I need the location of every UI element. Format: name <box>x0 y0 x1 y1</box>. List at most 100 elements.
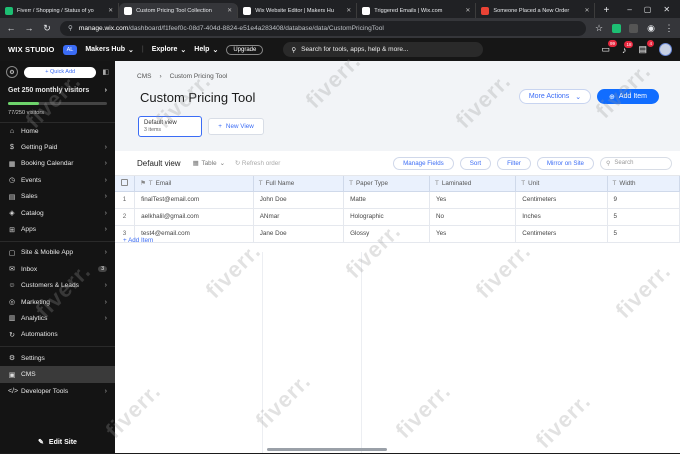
table-row[interactable]: 2 aelkhalil@gmail.com ANmar Holographic No In… <box>115 208 680 226</box>
sort-button[interactable]: Sort <box>459 156 492 170</box>
manage-fields-button[interactable]: Manage Fields <box>393 156 454 170</box>
table-search-input[interactable]: ⚲ Search <box>600 156 672 170</box>
browser-tab[interactable]: Triggered Emails | Wix.com ✕ <box>357 3 477 18</box>
sidebar-item-marketing[interactable]: ◎ Marketing › <box>0 294 115 310</box>
column-header[interactable]: T Width <box>607 176 680 192</box>
browser-tab[interactable]: Custom Pricing Tool Collection ✕ <box>119 3 239 18</box>
refresh-order-button[interactable]: ↻ Refresh order <box>235 160 281 167</box>
table-cell[interactable]: 5 <box>607 208 680 226</box>
table-cell[interactable]: 9 <box>607 191 680 209</box>
table-cell[interactable]: Inches <box>515 208 608 226</box>
select-all-checkbox[interactable] <box>121 178 129 186</box>
upgrade-button[interactable]: Upgrade <box>226 44 264 55</box>
edit-site-button[interactable]: ✎ Edit Site <box>0 431 115 453</box>
sidebar-item-catalog[interactable]: ◈ Catalog › <box>0 205 115 221</box>
sidebar-item-getting-paid[interactable]: $ Getting Paid › <box>0 139 115 155</box>
add-row-button[interactable]: + Add Item <box>123 237 153 244</box>
browser-tab[interactable]: Someone Placed a New Order ✕ <box>476 3 596 18</box>
minimize-icon[interactable]: – <box>627 5 631 14</box>
table-cell[interactable]: Yes <box>429 191 517 209</box>
table-cell[interactable]: aelkhalil@gmail.com <box>134 208 254 226</box>
select-all-header[interactable] <box>115 176 136 192</box>
tab-close-icon[interactable]: ✕ <box>584 7 589 14</box>
sidebar-item-events[interactable]: ◷ Events › <box>0 172 115 188</box>
more-actions-button[interactable]: More Actions ⌄ <box>519 89 591 104</box>
table-cell[interactable]: 5 <box>607 225 680 243</box>
tab-close-icon[interactable]: ✕ <box>227 7 232 14</box>
tab-close-icon[interactable]: ✕ <box>108 7 113 14</box>
sidebar-item-sales[interactable]: ▤ Sales › <box>0 189 115 205</box>
table-cell[interactable]: John Doe <box>253 191 345 209</box>
add-item-button[interactable]: ⊕ Add Item <box>597 89 659 104</box>
view-card-default[interactable]: Default view 3 items <box>138 116 202 137</box>
column-header[interactable]: T Paper Type <box>343 176 430 192</box>
global-search-input[interactable]: ⚲ Search for tools, apps, help & more... <box>283 42 484 57</box>
sidebar-item-site-mobile-app[interactable]: ▢ Site & Mobile App › <box>0 245 115 261</box>
plus-icon: ⊕ <box>609 93 615 101</box>
column-header[interactable]: T Full Name <box>253 176 345 192</box>
table-cell[interactable]: Holographic <box>343 208 430 226</box>
sidebar-item-apps[interactable]: ⊞ Apps › <box>0 221 115 237</box>
sidebar-item-booking-calendar[interactable]: ▦ Booking Calendar › <box>0 156 115 172</box>
table-cell[interactable]: Jane Doe <box>253 225 345 243</box>
sidebar-item-automations[interactable]: ↻ Automations <box>0 327 115 343</box>
back-icon[interactable]: ← <box>6 23 16 33</box>
tab-close-icon[interactable]: ✕ <box>465 7 470 14</box>
sidebar-item-home[interactable]: ⌂ Home <box>0 123 115 139</box>
sidebar-item-analytics[interactable]: ▥ Analytics › <box>0 310 115 326</box>
bookmark-star-icon[interactable]: ☆ <box>594 23 604 34</box>
browser-menu-icon[interactable]: ⋮ <box>664 23 674 34</box>
updates-icon[interactable]: ▤ 4 <box>638 40 654 55</box>
new-view-button[interactable]: + New View <box>208 118 264 135</box>
wix-studio-logo[interactable]: WIX STUDIO <box>8 45 55 54</box>
sidebar-item-customers-leads[interactable]: ☺ Customers & Leads › <box>0 278 115 294</box>
table-cell[interactable]: Yes <box>429 225 517 243</box>
url-field[interactable]: ⚲ manage.wix.com/dashboard/f1feef0c-08d7… <box>60 20 586 36</box>
horizontal-scrollbar[interactable] <box>267 448 387 451</box>
new-tab-button[interactable]: + <box>595 3 617 18</box>
column-header[interactable]: ⚑ T Email <box>134 176 254 192</box>
table-row[interactable]: 1 finalTest@email.com John Doe Matte Yes Cent… <box>115 191 680 209</box>
table-cell[interactable]: Matte <box>343 191 430 209</box>
layout-selector[interactable]: ▦ Table ⌄ <box>193 160 225 167</box>
sidebar-item-inbox[interactable]: ✉ Inbox 3 <box>0 261 115 277</box>
mirror-on-site-button[interactable]: Mirror on Site <box>536 156 594 170</box>
notifications-icon[interactable]: ♪ 18 <box>622 40 634 55</box>
explore-menu[interactable]: Explore ⌄ <box>152 46 187 54</box>
browser-tab[interactable]: Fiverr / Shopping / Status of yo ✕ <box>0 3 120 18</box>
profile-icon[interactable]: ◉ <box>646 23 656 34</box>
table-cell[interactable]: Centimeters <box>515 191 608 209</box>
browser-tab[interactable]: Wix Website Editor | Makers Hu ✕ <box>238 3 358 18</box>
table-cell[interactable]: finalTest@email.com <box>134 191 254 209</box>
table-cell[interactable]: ANmar <box>253 208 345 226</box>
column-header[interactable]: T Laminated <box>429 176 517 192</box>
breadcrumb-cms[interactable]: CMS <box>137 73 151 80</box>
settings-gear-icon[interactable]: ⚙ <box>6 66 18 78</box>
user-avatar[interactable] <box>659 43 672 56</box>
extensions-icon[interactable] <box>629 23 638 33</box>
messages-icon[interactable]: ▭ 99 <box>601 40 617 55</box>
close-window-icon[interactable]: ✕ <box>663 5 670 14</box>
forward-icon[interactable]: → <box>24 23 34 33</box>
collapse-sidebar-icon[interactable]: ◧ <box>102 68 109 76</box>
site-info-icon[interactable]: ⚲ <box>68 24 73 32</box>
table-cell[interactable]: Glossy <box>343 225 430 243</box>
workspace-avatar[interactable]: AL <box>62 44 78 55</box>
quick-add-button[interactable]: + Quick Add <box>24 66 97 78</box>
column-header[interactable]: T Unit <box>515 176 608 192</box>
sidebar-item-developer-tools[interactable]: </> Developer Tools › <box>0 383 115 399</box>
table-row[interactable]: 3 test4@email.com Jane Doe Glossy Yes Centime… <box>115 225 680 243</box>
site-selector[interactable]: Makers Hub ⌄ <box>85 46 134 54</box>
fiverr-extension-icon[interactable] <box>612 23 621 33</box>
reload-icon[interactable]: ↻ <box>42 23 52 34</box>
maximize-icon[interactable]: ▢ <box>644 5 652 14</box>
sidebar-item-settings[interactable]: ⚙ Settings <box>0 350 115 366</box>
table-cell[interactable]: Centimeters <box>515 225 608 243</box>
help-menu[interactable]: Help ⌄ <box>194 46 218 54</box>
table-cell[interactable]: No <box>429 208 517 226</box>
chevron-right-icon: › <box>104 226 107 234</box>
sidebar-item-cms[interactable]: ▣ CMS <box>0 366 115 383</box>
tab-close-icon[interactable]: ✕ <box>346 7 351 14</box>
filter-button[interactable]: Filter <box>497 156 531 170</box>
visitors-promo[interactable]: Get 250 monthly visitors › 77/250 visitor… <box>0 83 115 123</box>
